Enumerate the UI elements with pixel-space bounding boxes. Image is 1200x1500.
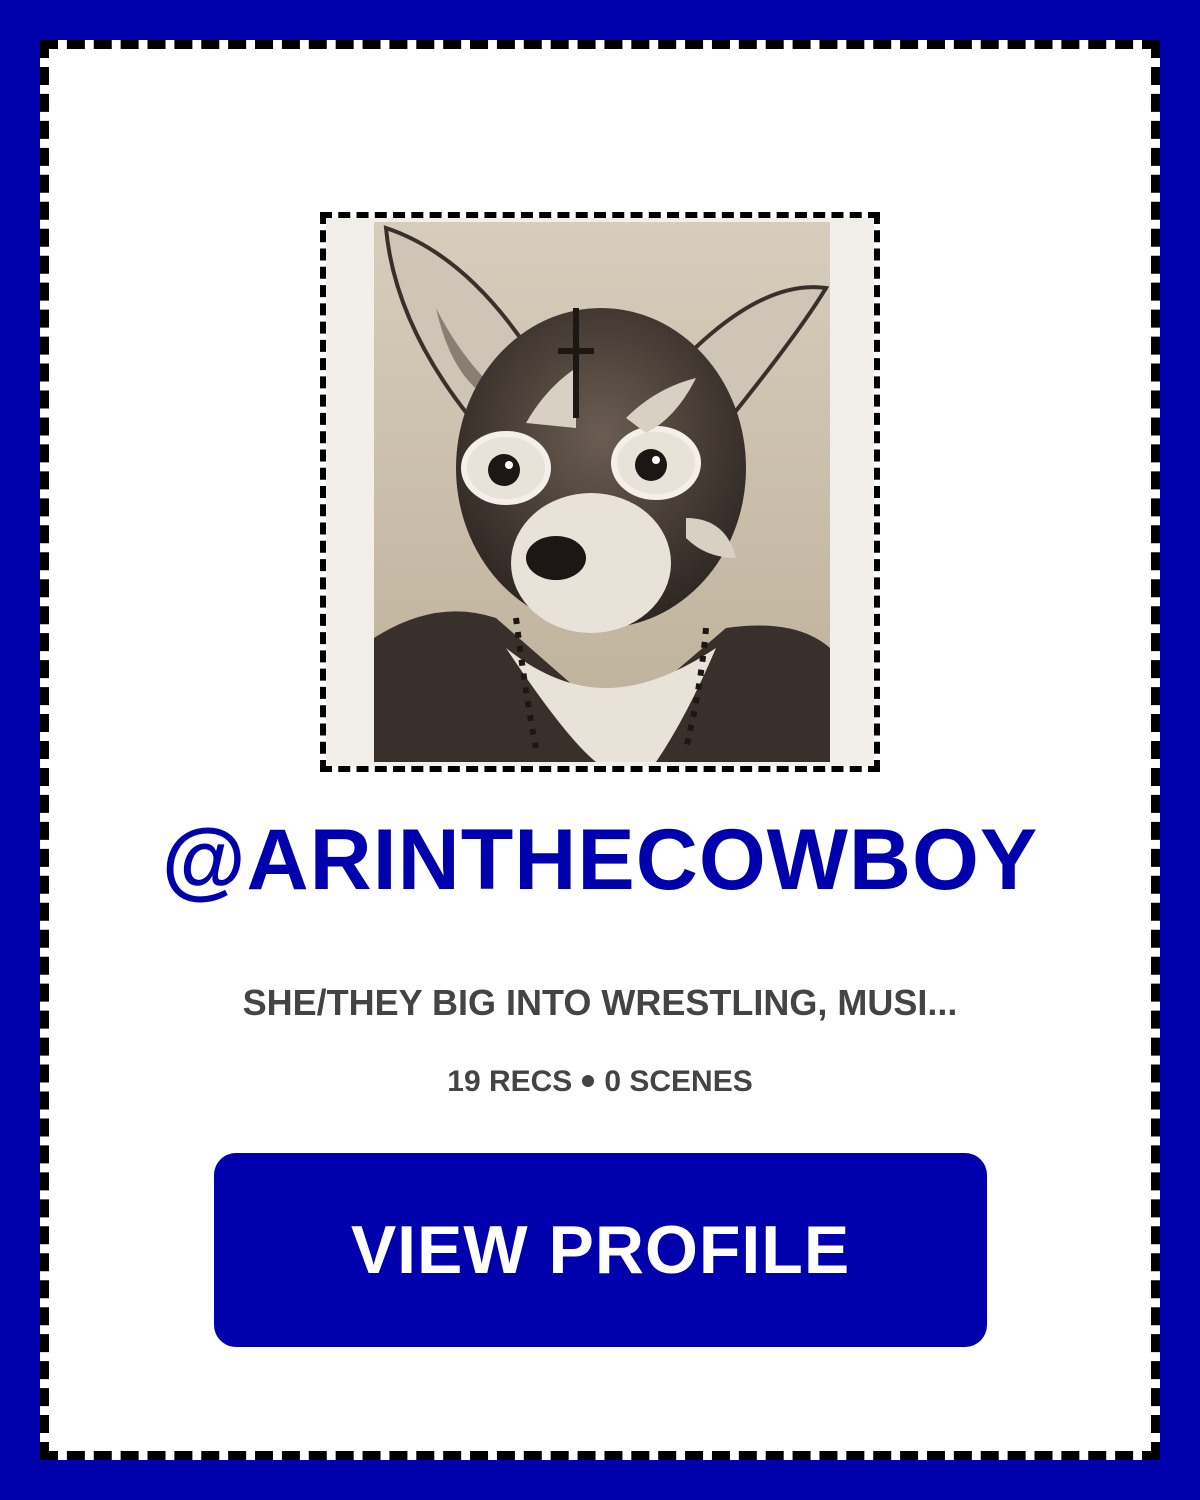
avatar	[320, 212, 880, 772]
scenes-count: 0 SCENES	[604, 1065, 753, 1098]
view-profile-button[interactable]: VIEW PROFILE	[214, 1153, 987, 1347]
separator-dot	[582, 1074, 595, 1087]
profile-stats: 19 RECS 0 SCENES	[0, 1062, 1200, 1102]
username: @ARINTHECOWBOY	[161, 812, 1039, 908]
avatar-image	[326, 218, 874, 766]
recs-count: 19 RECS	[447, 1065, 573, 1098]
profile-bio: SHE/THEY BIG INTO WRESTLING, MUSI...	[242, 982, 958, 1023]
